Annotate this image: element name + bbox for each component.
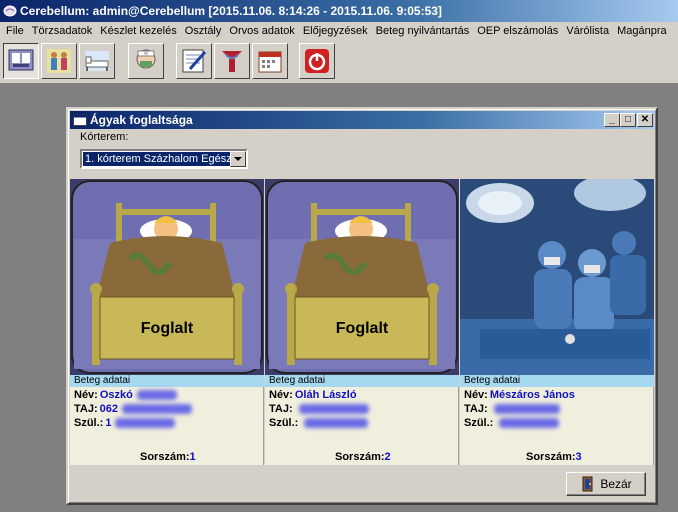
beds-button[interactable] bbox=[79, 43, 115, 79]
notepad-button[interactable] bbox=[176, 43, 212, 79]
power-icon bbox=[305, 49, 329, 73]
occupied-bed-image: Foglalt bbox=[70, 179, 264, 375]
redacted-block bbox=[493, 404, 560, 415]
bed-status-label: Foglalt bbox=[141, 320, 194, 337]
room-select[interactable]: 1. kórterem Százhalom Egészs bbox=[80, 149, 248, 169]
redacted-block bbox=[122, 404, 192, 415]
serial-value: 3 bbox=[575, 451, 582, 463]
bed-card-1[interactable]: Foglalt Beteg adatai Név: Oszkó TAJ: 062 S… bbox=[70, 179, 264, 465]
bed-card-3[interactable]: Beteg adatai Név: Mészáros János TAJ: Szü… bbox=[460, 179, 654, 465]
taj-value: 062 bbox=[99, 403, 118, 415]
door-exit-icon bbox=[582, 476, 593, 492]
close-button[interactable]: Bezár bbox=[566, 472, 646, 496]
name-value: Mészáros János bbox=[489, 389, 575, 401]
patient-info: Név: Oszkó TAJ: 062 Szül.: 1 Sorszám:1 bbox=[70, 387, 264, 465]
birth-label: Szül.: bbox=[74, 417, 104, 429]
pharmacy-button[interactable] bbox=[214, 43, 250, 79]
occupied-bed-image: Foglalt bbox=[265, 179, 459, 375]
redacted-block bbox=[136, 390, 177, 401]
serial-label: Sorszám: bbox=[140, 451, 190, 463]
taj-row: TAJ: 062 bbox=[74, 403, 192, 415]
window-icon bbox=[73, 114, 87, 126]
monitor-button[interactable] bbox=[3, 43, 39, 79]
serial-number: Sorszám:1 bbox=[140, 451, 196, 463]
pharmacy-icon bbox=[222, 51, 242, 72]
doctor-button[interactable] bbox=[128, 43, 164, 79]
toolbar bbox=[0, 40, 678, 84]
app-title: Cerebellum: admin@Cerebellum [2015.11.06… bbox=[20, 4, 442, 18]
cerebellum-logo-icon bbox=[3, 5, 17, 17]
menu-elojegyzesek[interactable]: Előjegyzések bbox=[299, 22, 372, 40]
redacted-block bbox=[499, 418, 560, 429]
patients-icon bbox=[47, 49, 71, 73]
name-row: Név: Mészáros János bbox=[464, 389, 575, 401]
name-row: Név: Oszkó bbox=[74, 389, 177, 401]
birth-value: 1 bbox=[105, 417, 112, 429]
menu-oep-elszamolas[interactable]: OEP elszámolás bbox=[473, 22, 562, 40]
name-label: Név: bbox=[269, 389, 293, 401]
redacted-block bbox=[304, 418, 369, 429]
menu-osztaly[interactable]: Osztály bbox=[181, 22, 226, 40]
menu-torzsadatok[interactable]: Törzsadatok bbox=[28, 22, 97, 40]
menu-bar: File Törzsadatok Készlet kezelés Osztály Orv… bbox=[0, 22, 678, 40]
bed-card-2[interactable]: Foglalt Beteg adatai Név: Oláh László TAJ… bbox=[265, 179, 459, 465]
taj-label: TAJ: bbox=[74, 403, 98, 415]
taj-row: TAJ: bbox=[464, 403, 560, 415]
patient-info-header: Beteg adatai bbox=[70, 375, 264, 387]
birth-row: Szül.: bbox=[269, 417, 369, 429]
room-label: Kórterem: bbox=[80, 131, 129, 143]
dropdown-arrow-button[interactable] bbox=[230, 151, 246, 167]
serial-label: Sorszám: bbox=[526, 451, 576, 463]
serial-number: Sorszám:3 bbox=[526, 451, 582, 463]
name-value: Oszkó bbox=[99, 389, 133, 401]
taj-row: TAJ: bbox=[269, 403, 369, 415]
exit-button[interactable] bbox=[299, 43, 335, 79]
doctor-icon bbox=[136, 49, 156, 69]
close-window-button[interactable]: ✕ bbox=[637, 113, 653, 127]
patient-info: Név: Oláh László TAJ: Szül.: Sorszám:2 bbox=[265, 387, 459, 465]
app-title-bar: Cerebellum: admin@Cerebellum [2015.11.06… bbox=[0, 0, 678, 22]
maximize-button[interactable]: □ bbox=[620, 113, 636, 127]
name-value: Oláh László bbox=[294, 389, 357, 401]
serial-value: 1 bbox=[189, 451, 196, 463]
patient-info: Név: Mészáros János TAJ: Szül.: Sorszám:3 bbox=[460, 387, 654, 465]
patient-info-header: Beteg adatai bbox=[265, 375, 459, 387]
birth-row: Szül.: 1 bbox=[74, 417, 176, 429]
name-row: Név: Oláh László bbox=[269, 389, 357, 401]
birth-label: Szül.: bbox=[464, 417, 494, 429]
name-label: Név: bbox=[74, 389, 98, 401]
window-title: Ágyak foglaltsága bbox=[90, 113, 193, 127]
taj-label: TAJ: bbox=[464, 403, 488, 415]
serial-number: Sorszám:2 bbox=[335, 451, 391, 463]
calendar-button[interactable] bbox=[252, 43, 288, 79]
birth-label: Szül.: bbox=[269, 417, 299, 429]
menu-file[interactable]: File bbox=[0, 22, 28, 40]
name-label: Név: bbox=[464, 389, 488, 401]
notepad-icon bbox=[182, 49, 207, 73]
surgery-image bbox=[460, 179, 654, 375]
taj-label: TAJ: bbox=[269, 403, 293, 415]
serial-label: Sorszám: bbox=[335, 451, 385, 463]
patient-info-header: Beteg adatai bbox=[460, 375, 654, 387]
window-title-bar: Ágyak foglaltsága _ □ ✕ bbox=[70, 111, 654, 129]
room-select-value: 1. kórterem Százhalom Egészs bbox=[83, 152, 230, 166]
chevron-down-icon bbox=[234, 156, 242, 161]
monitor-icon bbox=[8, 49, 34, 71]
minimize-button[interactable]: _ bbox=[604, 113, 620, 127]
bed-occupancy-window: Ágyak foglaltsága _ □ ✕ Kórterem: 1. kór… bbox=[66, 107, 658, 505]
redacted-block bbox=[115, 418, 176, 429]
menu-varolista[interactable]: Várólista bbox=[562, 22, 613, 40]
patients-button[interactable] bbox=[41, 43, 77, 79]
serial-value: 2 bbox=[384, 451, 391, 463]
bed-icon bbox=[85, 51, 109, 71]
menu-maganpra[interactable]: Magánpra bbox=[613, 22, 671, 40]
birth-row: Szül.: bbox=[464, 417, 560, 429]
menu-keszlet-kezeles[interactable]: Készlet kezelés bbox=[96, 22, 180, 40]
redacted-block bbox=[298, 404, 369, 415]
bed-status-label: Foglalt bbox=[336, 320, 389, 337]
menu-beteg-nyilvantartas[interactable]: Beteg nyilvántartás bbox=[372, 22, 474, 40]
calendar-icon bbox=[258, 51, 282, 73]
close-button-label: Bezár bbox=[600, 477, 632, 491]
menu-orvos-adatok[interactable]: Orvos adatok bbox=[225, 22, 298, 40]
